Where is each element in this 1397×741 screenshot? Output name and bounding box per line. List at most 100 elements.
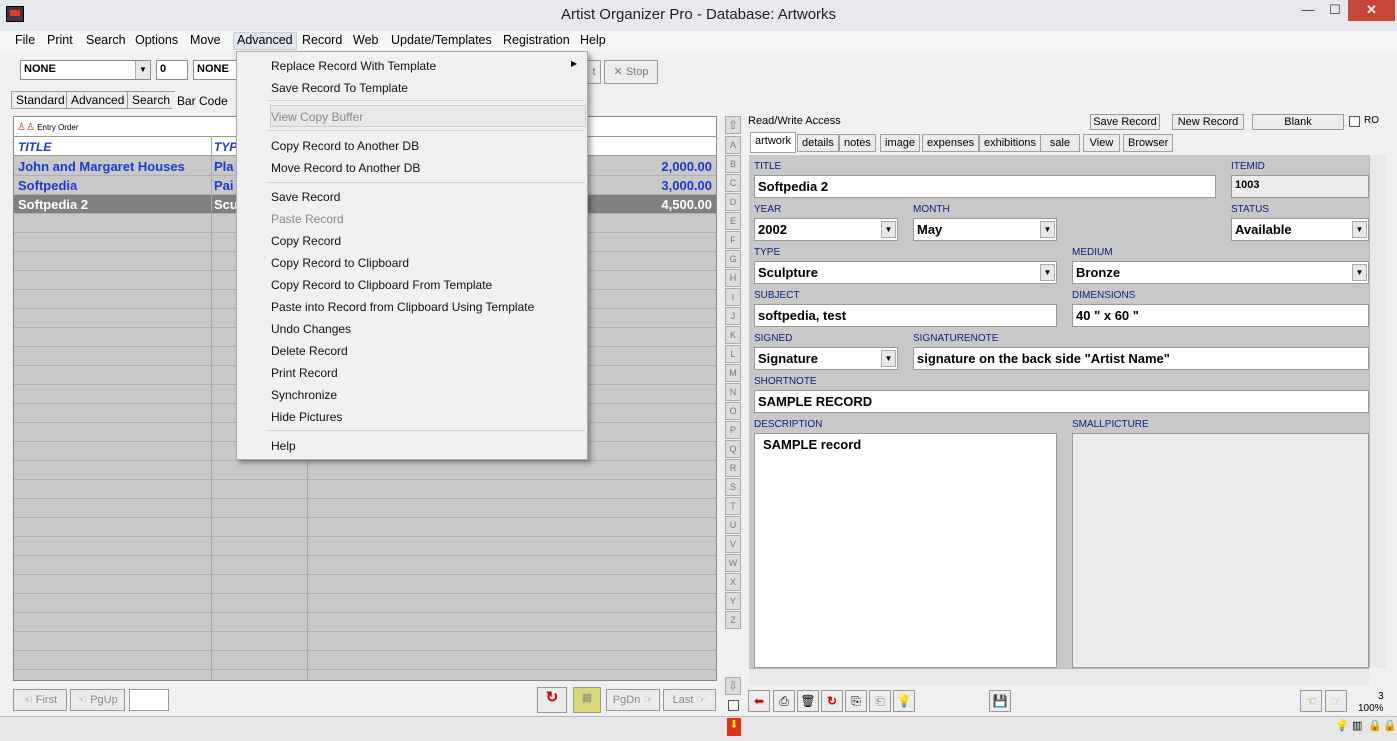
signed-select[interactable]: Signature ▼: [754, 347, 898, 370]
letter-index-s[interactable]: S: [725, 478, 741, 496]
chevron-down-icon[interactable]: ▼: [135, 61, 150, 79]
point-right-icon[interactable]: ☞: [1325, 690, 1347, 712]
smallpicture-box[interactable]: [1072, 433, 1369, 668]
toolbar-partial-button[interactable]: t: [587, 60, 601, 84]
chevron-down-icon[interactable]: ▼: [1040, 264, 1055, 281]
shortnote-field[interactable]: SAMPLE RECORD: [754, 390, 1369, 413]
lock-icon-2[interactable]: 🔒: [1383, 719, 1397, 732]
table-row[interactable]: [14, 556, 716, 575]
chevron-down-icon[interactable]: ▼: [1352, 221, 1367, 238]
title-field[interactable]: Softpedia 2: [754, 175, 1216, 198]
tab-sale[interactable]: sale: [1040, 134, 1080, 152]
menu-item-synchronize[interactable]: Synchronize: [271, 388, 337, 402]
status-select[interactable]: Available ▼: [1231, 218, 1369, 241]
ro-checkbox[interactable]: [1349, 116, 1360, 127]
tab-details[interactable]: details: [797, 134, 839, 152]
menu-web[interactable]: Web: [353, 33, 378, 47]
menu-item-copy-record-to-another-db[interactable]: Copy Record to Another DB: [271, 139, 419, 153]
menu-item-delete-record[interactable]: Delete Record: [271, 344, 348, 358]
letter-index-i[interactable]: I: [725, 288, 741, 306]
maximize-icon[interactable]: ☐: [1321, 0, 1349, 21]
tab-standard[interactable]: Standard: [11, 91, 70, 109]
menu-file[interactable]: File: [15, 33, 35, 47]
colors-icon[interactable]: ▦: [573, 687, 601, 713]
tab-exhibitions[interactable]: exhibitions: [979, 134, 1041, 152]
letter-index-b[interactable]: B: [725, 155, 741, 173]
menu-item-save-record-to-template[interactable]: Save Record To Template: [271, 81, 408, 95]
form-horizontal-scrollbar[interactable]: [749, 668, 1369, 685]
trash-icon[interactable]: 🗑: [797, 690, 819, 712]
filter-combo-1[interactable]: NONE ▼: [20, 60, 151, 80]
chevron-down-icon[interactable]: ▼: [1040, 221, 1055, 238]
tab-notes[interactable]: notes: [839, 134, 876, 152]
lightbulb-icon[interactable]: 💡: [893, 690, 915, 712]
tab-image[interactable]: image: [880, 134, 920, 152]
copy-record-icon[interactable]: ⎘: [845, 690, 867, 712]
print-icon[interactable]: ⎙: [773, 690, 795, 712]
letter-index-l[interactable]: L: [725, 345, 741, 363]
year-select[interactable]: 2002 ▼: [754, 218, 898, 241]
table-row[interactable]: [14, 613, 716, 632]
menu-advanced[interactable]: Advanced: [233, 32, 297, 50]
tab-view[interactable]: View: [1083, 134, 1120, 152]
letter-index-e[interactable]: E: [725, 212, 741, 230]
letter-index-m[interactable]: M: [725, 364, 741, 382]
letter-index-o[interactable]: O: [725, 402, 741, 420]
chevron-down-icon[interactable]: ▼: [881, 221, 896, 238]
month-select[interactable]: May ▼: [913, 218, 1057, 241]
menu-item-copy-record-to-clipboard-from-template[interactable]: Copy Record to Clipboard From Template: [271, 278, 492, 292]
books-icon[interactable]: ▥: [1352, 719, 1362, 732]
letter-checkbox[interactable]: [728, 700, 739, 711]
letter-index-j[interactable]: J: [725, 307, 741, 325]
scroll-down-icon[interactable]: ⇩: [725, 677, 741, 695]
new-record-button[interactable]: New Record: [1172, 114, 1244, 130]
menu-item-help[interactable]: Help: [271, 439, 296, 453]
letter-index-a[interactable]: A: [725, 136, 741, 154]
menu-item-save-record[interactable]: Save Record: [271, 190, 340, 204]
form-vertical-scrollbar[interactable]: [1369, 155, 1386, 668]
pgup-button[interactable]: ☜ PgUp: [70, 689, 125, 711]
menu-item-replace-record-with-template[interactable]: Replace Record With Template: [271, 59, 436, 73]
pgdn-button[interactable]: PgDn ☞: [606, 689, 660, 711]
menu-search[interactable]: Search: [86, 33, 126, 47]
dimensions-field[interactable]: 40 " x 60 ": [1072, 304, 1369, 327]
signaturenote-field[interactable]: signature on the back side "Artist Name": [913, 347, 1369, 370]
letter-index-t[interactable]: T: [725, 497, 741, 515]
menu-item-paste-into-record-from-clipboard-using-template[interactable]: Paste into Record from Clipboard Using T…: [271, 300, 534, 314]
menu-help[interactable]: Help: [580, 33, 606, 47]
table-row[interactable]: [14, 537, 716, 556]
tab-search[interactable]: Search: [127, 91, 176, 109]
letter-index-y[interactable]: Y: [725, 592, 741, 610]
menu-options[interactable]: Options: [135, 33, 178, 47]
menu-registration[interactable]: Registration: [503, 33, 570, 47]
paste-record-icon[interactable]: ⎗: [869, 690, 891, 712]
lock-icon[interactable]: 🔒: [1368, 719, 1382, 732]
scroll-up-icon[interactable]: ⇧: [725, 116, 741, 134]
chevron-down-icon[interactable]: ▼: [881, 350, 896, 367]
table-row[interactable]: [14, 480, 716, 499]
column-header-title[interactable]: TITLE: [18, 140, 51, 154]
letter-index-k[interactable]: K: [725, 326, 741, 344]
letter-index-r[interactable]: R: [725, 459, 741, 477]
column-header-type[interactable]: TYP: [214, 140, 237, 154]
point-left-icon[interactable]: ☜: [1300, 690, 1322, 712]
letter-index-p[interactable]: P: [725, 421, 741, 439]
letter-index-f[interactable]: F: [725, 231, 741, 249]
table-row[interactable]: [14, 461, 716, 480]
letter-index-c[interactable]: C: [725, 174, 741, 192]
table-row[interactable]: [14, 575, 716, 594]
blank-button[interactable]: Blank: [1252, 114, 1344, 130]
last-button[interactable]: Last ☞: [663, 689, 716, 711]
tab-artwork[interactable]: artwork: [750, 132, 797, 153]
tab-bar-code[interactable]: Bar Code: [172, 92, 233, 110]
letter-index-g[interactable]: G: [725, 250, 741, 268]
letter-index-h[interactable]: H: [725, 269, 741, 287]
menu-item-copy-record-to-clipboard[interactable]: Copy Record to Clipboard: [271, 256, 409, 270]
letter-index-n[interactable]: N: [725, 383, 741, 401]
letter-index-w[interactable]: W: [725, 554, 741, 572]
back-arrow-icon[interactable]: ⬅: [748, 690, 770, 712]
medium-select[interactable]: Bronze ▼: [1072, 261, 1369, 284]
menu-print[interactable]: Print: [47, 33, 73, 47]
menu-item-undo-changes[interactable]: Undo Changes: [271, 322, 351, 336]
tab-advanced[interactable]: Advanced: [66, 91, 130, 109]
